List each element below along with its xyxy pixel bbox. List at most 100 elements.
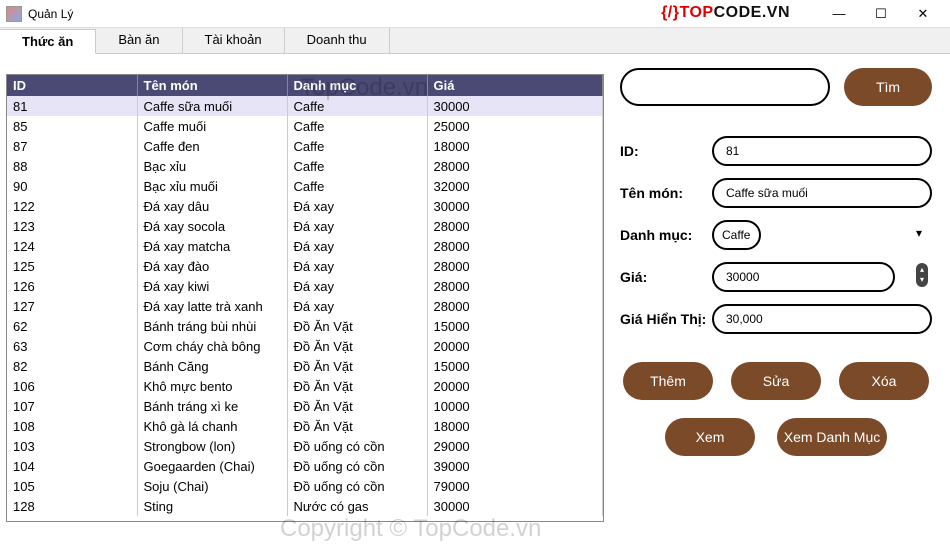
cell-name: Bạc xỉu muối	[137, 176, 287, 196]
table-row[interactable]: 105Soju (Chai)Đồ uống có cồn79000	[7, 476, 603, 496]
table-row[interactable]: 128StingNước có gas30000	[7, 496, 603, 516]
display-price-label: Giá Hiển Thị:	[620, 311, 712, 327]
cell-price: 39000	[427, 456, 603, 476]
cell-id: 104	[7, 456, 137, 476]
cell-name: Soju (Chai)	[137, 476, 287, 496]
cell-name: Bánh Căng	[137, 356, 287, 376]
cell-id: 107	[7, 396, 137, 416]
close-button[interactable]: ✕	[902, 1, 944, 27]
delete-button[interactable]: Xóa	[839, 362, 929, 400]
cell-price: 28000	[427, 256, 603, 276]
table-row[interactable]: 104Goegaarden (Chai)Đồ uống có cồn39000	[7, 456, 603, 476]
table-row[interactable]: 103Strongbow (lon)Đồ uống có cồn29000	[7, 436, 603, 456]
cell-price: 18000	[427, 136, 603, 156]
col-header-category[interactable]: Danh mục	[287, 75, 427, 96]
cell-id: 103	[7, 436, 137, 456]
cell-price: 30000	[427, 96, 603, 116]
table-row[interactable]: 62Bánh tráng bùi nhùiĐồ Ăn Vặt15000	[7, 316, 603, 336]
cell-name: Bánh tráng bùi nhùi	[137, 316, 287, 336]
table-row[interactable]: 81Caffe sữa muốiCaffe30000	[7, 96, 603, 116]
view-category-button[interactable]: Xem Danh Mục	[777, 418, 887, 456]
cell-cat: Đá xay	[287, 216, 427, 236]
cell-price: 28000	[427, 276, 603, 296]
cell-id: 126	[7, 276, 137, 296]
cell-cat: Đồ Ăn Vặt	[287, 376, 427, 396]
cell-cat: Nước có gas	[287, 496, 427, 516]
table-row[interactable]: 125Đá xay đàoĐá xay28000	[7, 256, 603, 276]
cell-name: Đá xay socola	[137, 216, 287, 236]
table-row[interactable]: 108Khô gà lá chanhĐồ Ăn Vặt18000	[7, 416, 603, 436]
cell-name: Caffe muối	[137, 116, 287, 136]
tab-doanh-thu[interactable]: Doanh thu	[285, 28, 390, 53]
table-row[interactable]: 124Đá xay matchaĐá xay28000	[7, 236, 603, 256]
food-grid[interactable]: ID Tên món Danh mục Giá 81Caffe sữa muối…	[6, 74, 604, 522]
cell-id: 87	[7, 136, 137, 156]
watermark-logo: {/}TOPCODE.VN	[661, 4, 790, 22]
col-header-id[interactable]: ID	[7, 75, 137, 96]
cell-cat: Caffe	[287, 156, 427, 176]
view-button[interactable]: Xem	[665, 418, 755, 456]
cell-name: Khô gà lá chanh	[137, 416, 287, 436]
cell-name: Caffe đen	[137, 136, 287, 156]
table-row[interactable]: 106Khô mực bentoĐồ Ăn Vặt20000	[7, 376, 603, 396]
cell-price: 29000	[427, 436, 603, 456]
col-header-price[interactable]: Giá	[427, 75, 603, 96]
cell-price: 18000	[427, 416, 603, 436]
cell-id: 81	[7, 96, 137, 116]
cell-price: 28000	[427, 236, 603, 256]
maximize-button[interactable]: ☐	[860, 1, 902, 27]
tab-bàn-ăn[interactable]: Bàn ăn	[96, 28, 182, 53]
category-select[interactable]: Caffe	[712, 220, 761, 250]
search-input[interactable]	[620, 68, 830, 106]
cell-id: 128	[7, 496, 137, 516]
cell-price: 79000	[427, 476, 603, 496]
price-spinner[interactable]	[712, 262, 895, 292]
add-button[interactable]: Thêm	[623, 362, 713, 400]
minimize-button[interactable]: —	[818, 1, 860, 27]
table-row[interactable]: 123Đá xay socolaĐá xay28000	[7, 216, 603, 236]
table-row[interactable]: 88Bạc xỉuCaffe28000	[7, 156, 603, 176]
cell-price: 15000	[427, 316, 603, 336]
display-price-field[interactable]	[712, 304, 932, 334]
cell-id: 108	[7, 416, 137, 436]
table-row[interactable]: 107Bánh tráng xì keĐồ Ăn Vặt10000	[7, 396, 603, 416]
search-button[interactable]: Tìm	[844, 68, 932, 106]
cell-id: 124	[7, 236, 137, 256]
id-field[interactable]	[712, 136, 932, 166]
cell-id: 62	[7, 316, 137, 336]
tab-thức-ăn[interactable]: Thức ăn	[0, 29, 96, 54]
table-row[interactable]: 122Đá xay dâuĐá xay30000	[7, 196, 603, 216]
name-field[interactable]	[712, 178, 932, 208]
cell-cat: Đồ uống có cồn	[287, 436, 427, 456]
name-label: Tên món:	[620, 185, 712, 201]
cell-price: 30000	[427, 496, 603, 516]
cell-id: 123	[7, 216, 137, 236]
cell-id: 105	[7, 476, 137, 496]
table-row[interactable]: 63Cơm cháy chà bôngĐồ Ăn Vặt20000	[7, 336, 603, 356]
cell-cat: Caffe	[287, 116, 427, 136]
cell-cat: Đá xay	[287, 236, 427, 256]
table-row[interactable]: 90Bạc xỉu muốiCaffe32000	[7, 176, 603, 196]
table-row[interactable]: 126Đá xay kiwiĐá xay28000	[7, 276, 603, 296]
cell-cat: Đồ Ăn Vặt	[287, 336, 427, 356]
cell-cat: Caffe	[287, 96, 427, 116]
cell-price: 20000	[427, 376, 603, 396]
cell-name: Đá xay kiwi	[137, 276, 287, 296]
cell-name: Đá xay latte trà xanh	[137, 296, 287, 316]
cell-name: Sting	[137, 496, 287, 516]
cell-price: 25000	[427, 116, 603, 136]
cell-name: Đá xay matcha	[137, 236, 287, 256]
table-row[interactable]: 127Đá xay latte trà xanhĐá xay28000	[7, 296, 603, 316]
edit-button[interactable]: Sửa	[731, 362, 821, 400]
table-row[interactable]: 82Bánh CăngĐồ Ăn Vặt15000	[7, 356, 603, 376]
cell-name: Cơm cháy chà bông	[137, 336, 287, 356]
table-row[interactable]: 85Caffe muốiCaffe25000	[7, 116, 603, 136]
tab-tài-khoản[interactable]: Tài khoản	[183, 28, 285, 53]
cell-name: Goegaarden (Chai)	[137, 456, 287, 476]
cell-price: 28000	[427, 216, 603, 236]
table-row[interactable]: 87Caffe đenCaffe18000	[7, 136, 603, 156]
cell-price: 30000	[427, 196, 603, 216]
cell-id: 82	[7, 356, 137, 376]
cell-id: 63	[7, 336, 137, 356]
col-header-name[interactable]: Tên món	[137, 75, 287, 96]
